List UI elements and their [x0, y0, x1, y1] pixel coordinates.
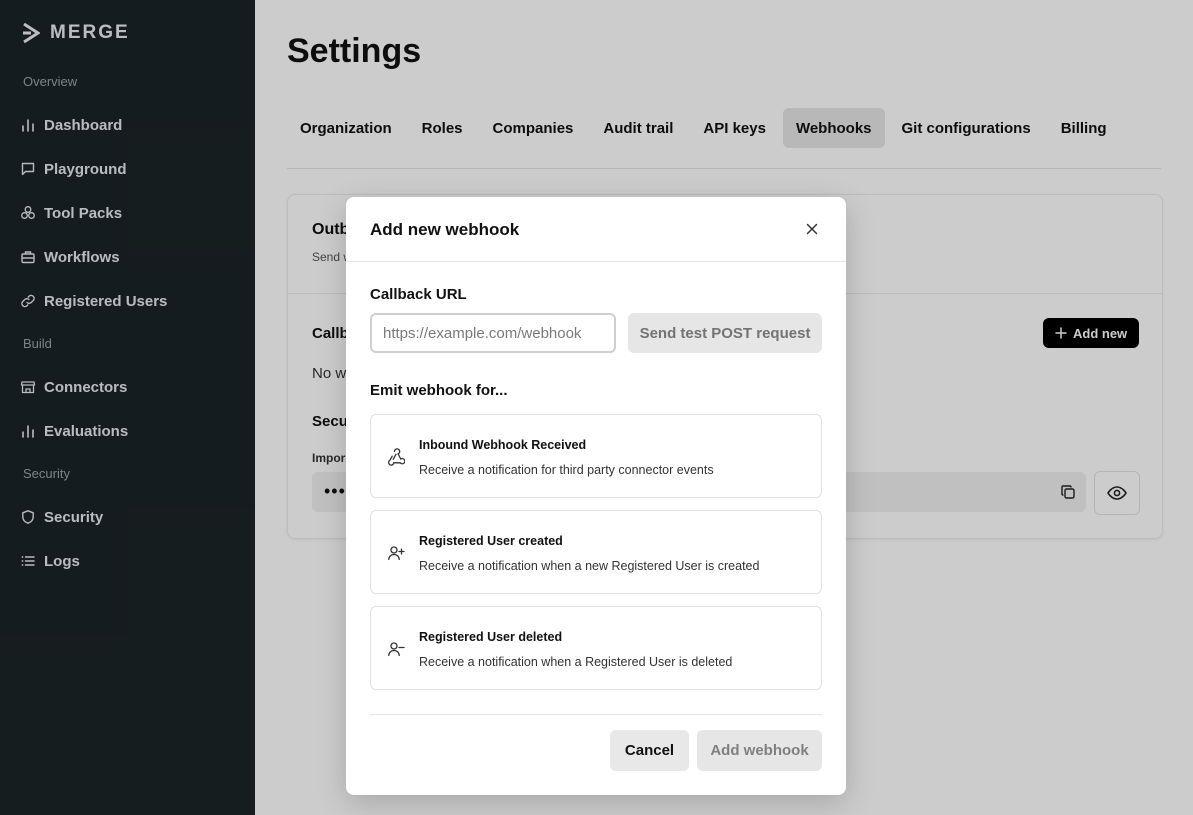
callback-url-label: Callback URL [370, 286, 467, 303]
user-minus-icon [388, 642, 405, 657]
callback-url-input[interactable] [370, 313, 616, 353]
modal-footer-divider [370, 714, 822, 715]
option-description: Receive a notification when a new Regist… [419, 559, 760, 573]
option-title: Registered User created [419, 534, 563, 548]
option-title: Inbound Webhook Received [419, 438, 587, 452]
user-plus-icon [388, 546, 405, 561]
close-icon[interactable] [804, 221, 820, 237]
option-registered-user-created[interactable]: Registered User created Receive a notifi… [370, 510, 822, 594]
emit-webhook-label: Emit webhook for... [370, 382, 508, 399]
cancel-button[interactable]: Cancel [610, 730, 689, 771]
add-webhook-button[interactable]: Add webhook [697, 730, 822, 771]
option-description: Receive a notification for third party c… [419, 463, 714, 477]
option-description: Receive a notification when a Registered… [419, 655, 733, 669]
option-title: Registered User deleted [419, 630, 563, 644]
add-webhook-modal: Add new webhook Callback URL Send test P… [346, 197, 846, 795]
webhook-icon [387, 448, 405, 466]
option-inbound-webhook-received[interactable]: Inbound Webhook Received Receive a notif… [370, 414, 822, 498]
modal-title: Add new webhook [370, 220, 520, 239]
send-test-post-button[interactable]: Send test POST request [628, 313, 822, 353]
option-registered-user-deleted[interactable]: Registered User deleted Receive a notifi… [370, 606, 822, 690]
modal-header-divider [346, 261, 846, 262]
